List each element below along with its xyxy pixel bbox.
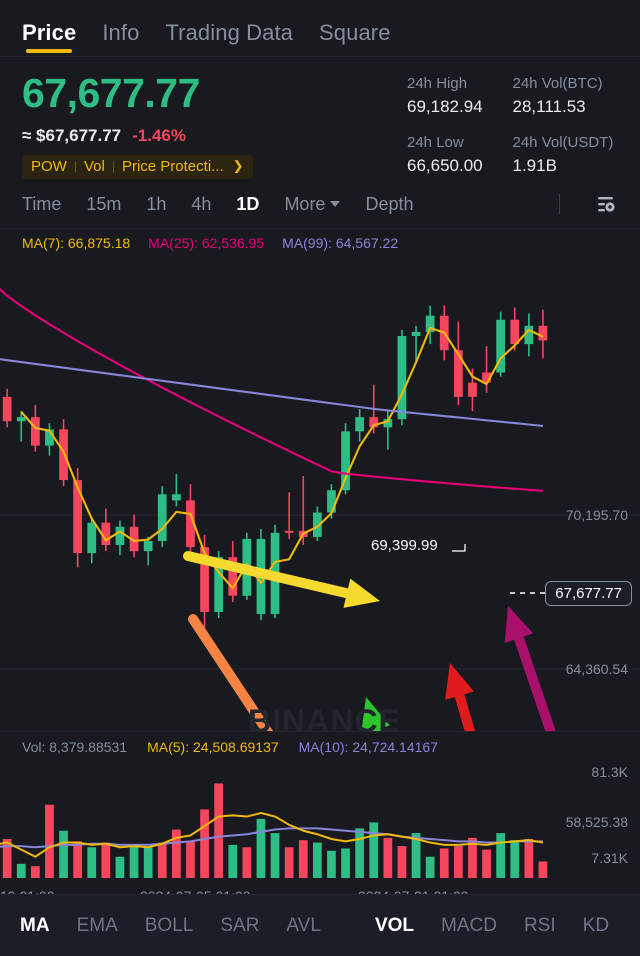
indicator-tab-kd[interactable]: KD <box>583 915 609 937</box>
indicator-tab-sar[interactable]: SAR <box>220 915 259 937</box>
volume-legend: Vol: 8,379.88531 MA(5): 24,508.69137 MA(10… <box>0 732 640 755</box>
stat-value: 28,111.53 <box>512 97 586 116</box>
red-arrow <box>445 662 476 731</box>
stat-label: 24h High <box>407 75 468 92</box>
price-axis-label: 70,195.70 <box>565 506 628 523</box>
chevron-right-icon[interactable]: ❯ <box>233 158 244 174</box>
badge-separator: | <box>111 159 115 174</box>
stat-cell: 24h Vol(USDT) 1.91B <box>513 134 619 179</box>
volume-axis-min: 7.31K <box>591 849 628 866</box>
last-price: 67,677.77 <box>22 70 200 116</box>
chart-settings-icon[interactable] <box>594 193 618 215</box>
tag-badge-row[interactable]: POW | Vol | Price Protecti... ❯ <box>22 154 253 179</box>
timeframe-bar: Time 15m 1h 4h 1D More Depth <box>0 185 640 229</box>
timeframe-15m[interactable]: 15m <box>86 194 121 215</box>
indicator-tab-avl[interactable]: AVL <box>286 915 321 937</box>
top-tab-info[interactable]: Info <box>102 20 139 56</box>
indicator-tab-rsi[interactable]: RSI <box>524 915 556 937</box>
current-price-marker: 67,677.77 <box>545 580 632 606</box>
trading-app-screen: Price Info Trading Data Square 67,677.77 ≈ … <box>0 0 640 956</box>
indicator-tab-ma[interactable]: MA <box>20 915 50 937</box>
badge-vol[interactable]: Vol <box>84 158 105 175</box>
price-chart[interactable]: BINANCE 69,399.99 53,485.93 67,677.77 70… <box>0 251 640 956</box>
badge-separator: | <box>73 159 77 174</box>
indicator-tab-vol[interactable]: VOL <box>375 915 414 937</box>
candlestick-canvas <box>0 287 640 731</box>
top-tab-price[interactable]: Price <box>22 20 76 56</box>
stat-cell: 24h Low 66,650.00 <box>407 134 513 179</box>
timeframe-1h[interactable]: 1h <box>146 194 166 215</box>
stat-value: 69,182.94 <box>407 97 483 116</box>
timeframe-label: Time <box>22 193 62 214</box>
ma-legend: MA(7): 66,875.18 MA(25): 62,536.95 MA(99):… <box>0 229 640 251</box>
stat-label: 24h Low <box>407 133 464 151</box>
ticker-price-block: 67,677.77 ≈ $67,677.77 -1.46% POW | Vol | Pr… <box>22 70 407 179</box>
stat-label: 24h Vol(USDT) <box>512 133 614 151</box>
timeframe-1d[interactable]: 1D <box>236 194 259 215</box>
stat-label: 24h Vol(BTC) <box>512 75 603 92</box>
timeframe-label: Depth <box>365 193 414 214</box>
timeframe-label: More <box>284 193 326 214</box>
divider <box>559 194 560 215</box>
volume-panel[interactable]: Vol: 8,379.88531 MA(5): 24,508.69137 MA(10… <box>0 730 640 886</box>
chart-high-label: 69,399.99 <box>371 536 438 554</box>
timeframe-depth[interactable]: Depth <box>365 194 413 215</box>
indicator-tab-bar: MA EMA BOLL SAR AVL VOL MACD RSI KD <box>0 894 640 956</box>
volume-legend-item: Vol: 8,379.88531 <box>22 738 128 755</box>
timeframe-time[interactable]: Time <box>22 194 61 215</box>
ma-legend-item: MA(25): 62,536.95 <box>148 234 265 251</box>
ma-legend-item: MA(7): 66,875.18 <box>22 234 131 251</box>
volume-canvas <box>0 783 548 878</box>
timeframe-4h[interactable]: 4h <box>191 194 211 215</box>
volume-legend-item: MA(10): 24,724.14167 <box>298 738 438 755</box>
timeframe-label: 1h <box>146 193 167 214</box>
price-axis-label: 64,360.54 <box>565 660 628 677</box>
stat-value: 1.91B <box>512 155 557 175</box>
indicator-tab-boll[interactable]: BOLL <box>145 915 194 937</box>
stat-cell: 24h High 69,182.94 <box>407 75 513 120</box>
approx-price: ≈ $67,677.77 <box>22 125 122 145</box>
ticker-header: 67,677.77 ≈ $67,677.77 -1.46% POW | Vol | Pr… <box>0 57 640 185</box>
volume-axis-max: 81.3K <box>591 763 628 780</box>
top-tab-square[interactable]: Square <box>319 20 391 56</box>
badge-pow[interactable]: POW <box>31 158 67 175</box>
badge-price-protecti[interactable]: Price Protecti... <box>122 158 224 175</box>
volume-legend-item: MA(5): 24,508.69137 <box>147 738 279 755</box>
timeframe-label: 15m <box>86 193 122 214</box>
chevron-down-icon <box>330 201 341 208</box>
top-tab-trading-data[interactable]: Trading Data <box>165 20 293 56</box>
change-percent: -1.46% <box>132 125 187 145</box>
timeframe-label: 1D <box>236 193 260 214</box>
indicator-tab-macd[interactable]: MACD <box>441 915 497 937</box>
stat-cell: 24h Vol(BTC) 28,111.53 <box>513 75 619 120</box>
ticker-stats-grid: 24h High 69,182.94 24h Vol(BTC) 28,111.53 24… <box>407 71 618 179</box>
ma-legend-item: MA(99): 64,567.22 <box>282 234 399 251</box>
indicator-tab-ema[interactable]: EMA <box>77 915 118 937</box>
price-sub-row: ≈ $67,677.77 -1.46% <box>22 126 407 146</box>
top-tab-bar: Price Info Trading Data Square <box>0 0 640 57</box>
stat-value: 66,650.00 <box>407 155 483 175</box>
timeframe-label: 4h <box>191 193 212 214</box>
timeframe-more[interactable]: More <box>284 193 341 215</box>
